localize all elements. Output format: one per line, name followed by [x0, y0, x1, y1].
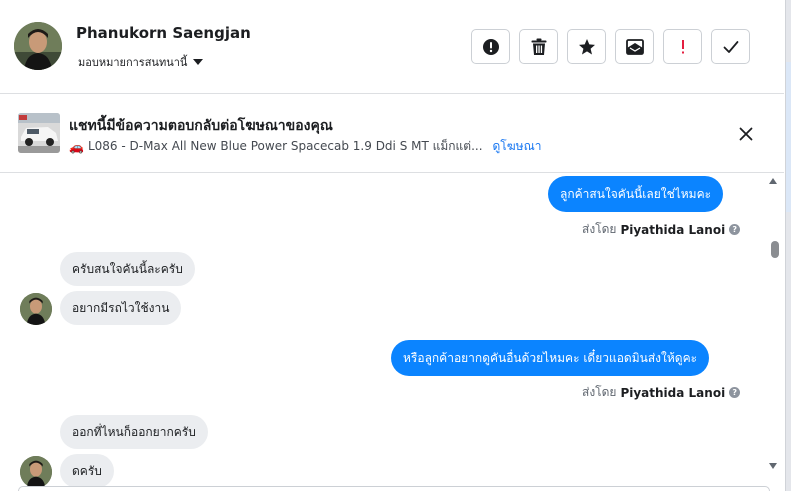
exclamation-mark-icon	[681, 39, 684, 53]
view-ad-link[interactable]: ดูโฆษณา	[493, 137, 542, 156]
conversation-actions	[471, 29, 750, 64]
ad-banner-subtitle: 🚗 L086 - D-Max All New Blue Power Spacec…	[69, 137, 541, 156]
caret-down-icon	[193, 59, 204, 65]
assign-conversation-dropdown[interactable]: มอบหมายการสนทนานี้	[78, 53, 204, 71]
scroll-up-arrow-icon[interactable]	[769, 178, 777, 184]
close-icon	[739, 127, 753, 141]
question-mark-icon[interactable]: ?	[729, 224, 741, 235]
message-outgoing[interactable]: ลูกค้าสนใจคันนี้เลยใช่ไหมคะ	[548, 176, 724, 212]
sent-by-label: ส่งโดย Piyathida Lanoi ?	[582, 383, 741, 402]
assign-label: มอบหมายการสนทนานี้	[78, 56, 188, 69]
close-banner-button[interactable]	[735, 123, 757, 145]
sent-by-label: ส่งโดย Piyathida Lanoi ?	[582, 220, 741, 239]
ad-context-banner: แชทนี้มีข้อความตอบกลับต่อโฆษณาของคุณ 🚗 L…	[0, 95, 784, 173]
message-thread: ลูกค้าสนใจคันนี้เลยใช่ไหมคะ ส่งโดย Piyat…	[0, 174, 784, 491]
sent-by-prefix: ส่งโดย	[582, 222, 617, 236]
report-spam-button[interactable]	[471, 29, 510, 64]
window-edge-highlight	[786, 62, 791, 212]
archive-envelope-icon	[625, 38, 644, 55]
car-icon: 🚗	[69, 139, 84, 154]
contact-avatar[interactable]	[14, 22, 62, 70]
contact-photo	[14, 22, 62, 70]
exclamation-circle-icon	[482, 38, 499, 55]
sender-name: Piyathida Lanoi	[620, 222, 726, 237]
scroll-down-arrow-icon[interactable]	[769, 463, 777, 469]
sender-name: Piyathida Lanoi	[620, 385, 726, 400]
message-incoming[interactable]: อยากมีรถไวใช้งาน	[60, 291, 182, 325]
contact-avatar-small	[20, 456, 52, 488]
ad-thumbnail[interactable]	[18, 113, 60, 153]
message-outgoing[interactable]: หรือลูกค้าอยากดูคันอื่นด้วยไหมคะ เดี๋ยวแ…	[391, 340, 710, 376]
ad-car-image	[18, 113, 60, 153]
star-icon	[578, 38, 595, 54]
ad-description: L086 - D-Max All New Blue Power Spacecab…	[87, 139, 483, 153]
question-mark-icon[interactable]: ?	[729, 387, 741, 398]
mark-done-button[interactable]	[711, 29, 750, 64]
follow-up-button[interactable]	[663, 29, 702, 64]
contact-photo	[20, 293, 52, 325]
message-incoming[interactable]: ดครับ	[60, 454, 114, 488]
message-incoming[interactable]: ออกที่ไหนก็ออกยากครับ	[60, 415, 208, 449]
contact-avatar-small	[20, 293, 52, 325]
star-button[interactable]	[567, 29, 606, 64]
delete-button[interactable]	[519, 29, 558, 64]
conversation-header: Phanukorn Saengjan มอบหมายการสนทนานี้	[0, 0, 784, 94]
trash-icon	[531, 38, 546, 55]
sent-by-prefix: ส่งโดย	[582, 385, 617, 399]
ad-banner-title: แชทนี้มีข้อความตอบกลับต่อโฆษณาของคุณ	[69, 118, 333, 134]
window-edge	[785, 0, 791, 491]
message-composer[interactable]	[18, 486, 770, 491]
checkmark-icon	[723, 40, 738, 53]
contact-name: Phanukorn Saengjan	[76, 24, 251, 42]
contact-photo	[20, 456, 52, 488]
scrollbar-thumb[interactable]	[771, 241, 779, 258]
message-incoming[interactable]: ครับสนใจคันนี้ละครับ	[60, 252, 195, 286]
move-to-inbox-button[interactable]	[615, 29, 654, 64]
